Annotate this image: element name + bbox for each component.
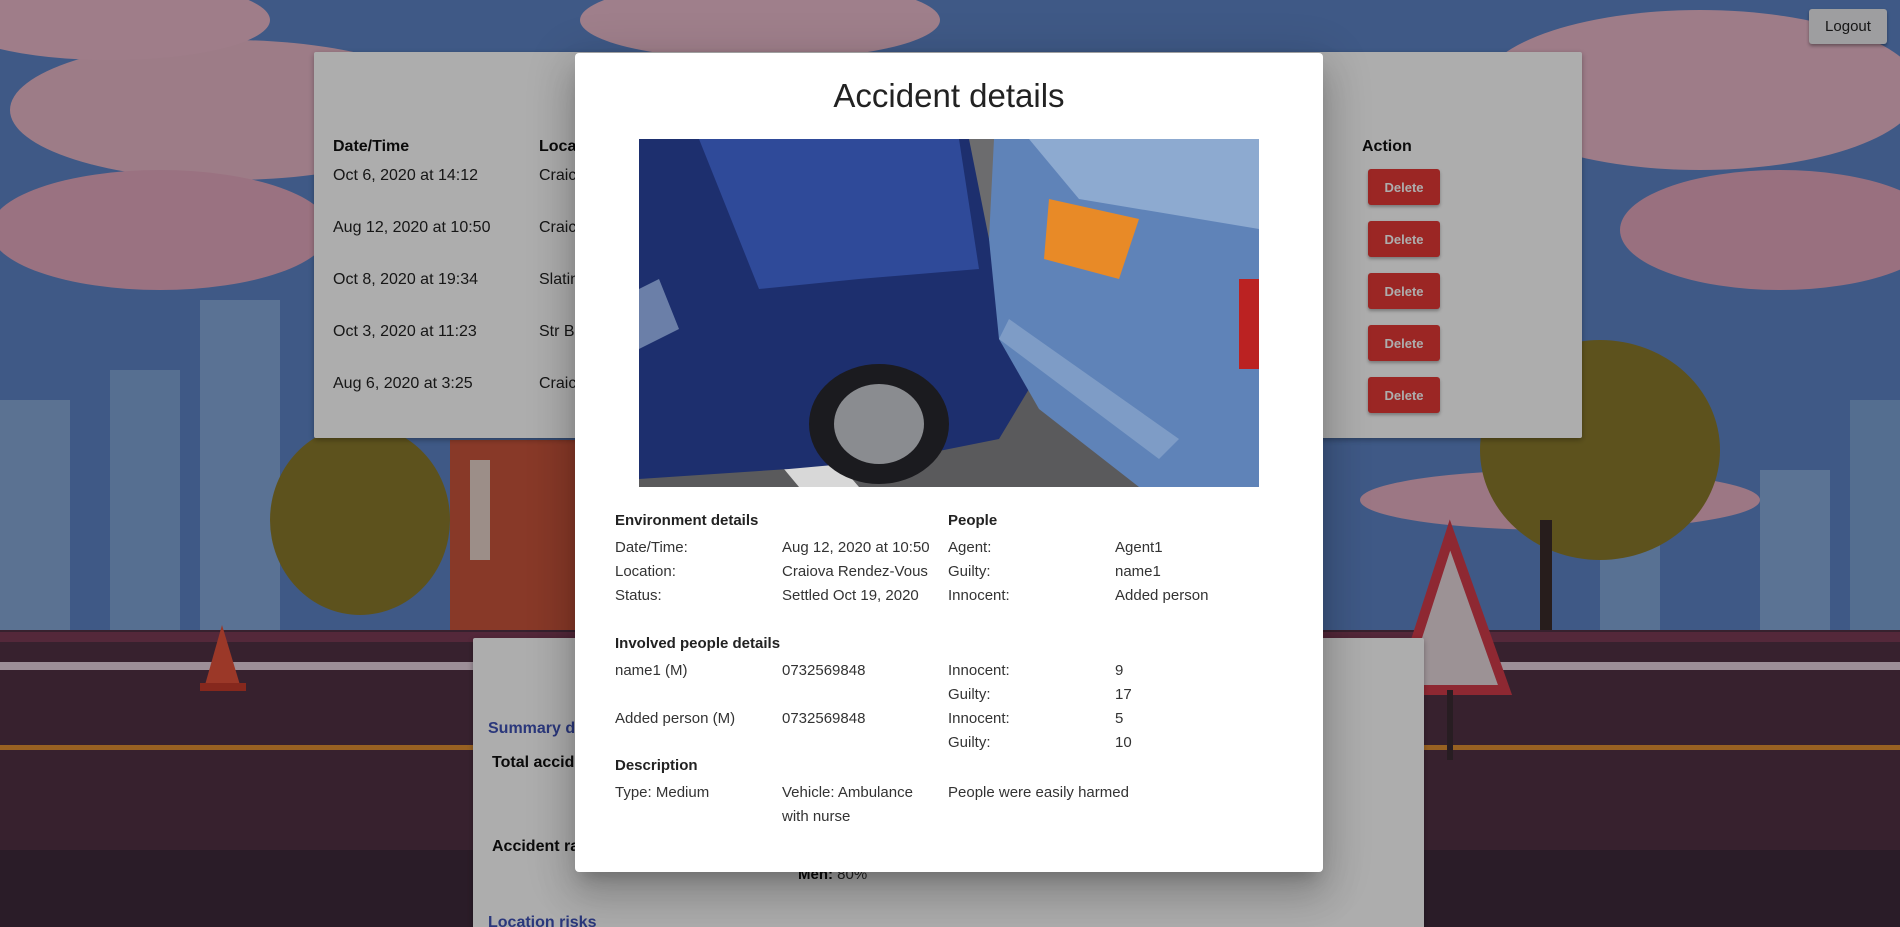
env-value: Settled Oct 19, 2020 bbox=[782, 587, 919, 604]
involved-heading: Involved people details bbox=[615, 635, 781, 652]
guilty-count: 10 bbox=[1115, 734, 1132, 751]
involved-person-phone: 0732569848 bbox=[782, 710, 866, 727]
description-text: People were easily harmed bbox=[948, 784, 1129, 801]
env-label: Status: bbox=[615, 587, 662, 604]
env-value: Craiova Rendez-Vous bbox=[782, 563, 928, 580]
accident-photo bbox=[639, 139, 1259, 487]
innocent-count: 5 bbox=[1115, 710, 1124, 727]
guilty-label: Guilty: bbox=[948, 734, 991, 751]
env-label: Location: bbox=[615, 563, 676, 580]
people-label: Innocent: bbox=[948, 587, 1010, 604]
description-type: Type: Medium bbox=[615, 784, 710, 801]
guilty-label: Guilty: bbox=[948, 686, 991, 703]
innocent-label: Innocent: bbox=[948, 662, 1010, 679]
environment-heading: Environment details bbox=[615, 512, 759, 529]
involved-person-name: Added person (M) bbox=[615, 710, 736, 727]
involved-person-phone: 0732569848 bbox=[782, 662, 866, 679]
env-label: Date/Time: bbox=[615, 539, 688, 556]
innocent-label: Innocent: bbox=[948, 710, 1010, 727]
description-vehicle: Vehicle: Ambulance with nurse bbox=[782, 784, 913, 825]
people-heading: People bbox=[948, 512, 998, 529]
people-label: Guilty: bbox=[948, 563, 991, 580]
involved-person-name: name1 (M) bbox=[615, 662, 688, 679]
guilty-count: 17 bbox=[1115, 686, 1132, 703]
people-value: name1 bbox=[1115, 563, 1161, 580]
accident-details-dialog: Accident details Environment details Dat… bbox=[575, 53, 1323, 872]
people-value: Added person bbox=[1115, 587, 1209, 604]
people-value: Agent1 bbox=[1115, 539, 1163, 556]
people-label: Agent: bbox=[948, 539, 992, 556]
description-heading: Description bbox=[615, 757, 698, 774]
dialog-title: Accident details bbox=[833, 77, 1065, 114]
innocent-count: 9 bbox=[1115, 662, 1124, 679]
env-value: Aug 12, 2020 at 10:50 bbox=[782, 539, 930, 556]
